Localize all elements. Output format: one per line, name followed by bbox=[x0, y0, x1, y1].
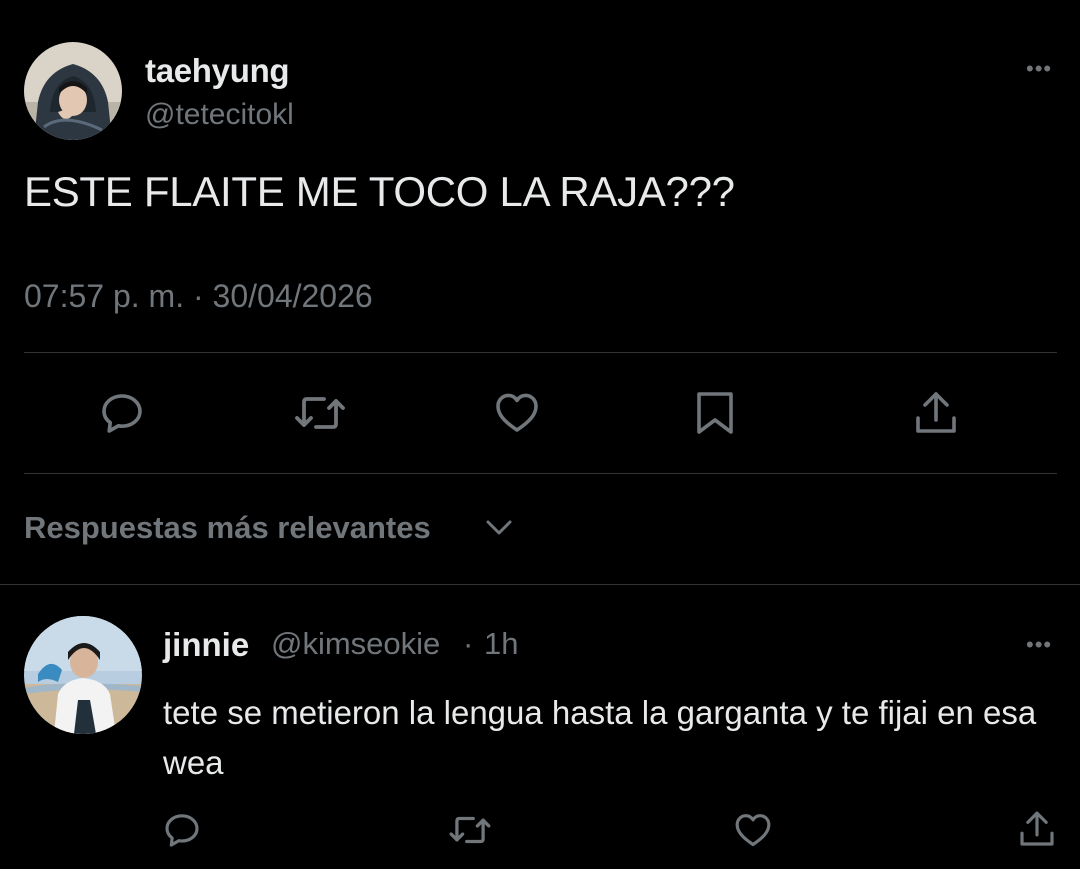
author-handle[interactable]: @tetecitokl bbox=[145, 98, 294, 132]
retweet-icon[interactable] bbox=[292, 391, 348, 435]
chevron-down-icon[interactable] bbox=[484, 516, 514, 545]
share-icon[interactable] bbox=[912, 388, 960, 438]
author-name[interactable]: taehyung bbox=[145, 52, 290, 90]
reply-author-handle[interactable]: @kimseokie bbox=[271, 626, 440, 662]
replies-sort-dropdown[interactable]: Respuestas más relevantes bbox=[24, 510, 431, 546]
bookmark-icon[interactable] bbox=[693, 389, 737, 437]
reply-icon[interactable] bbox=[98, 389, 146, 437]
reply-text: tete se metieron la lengua hasta la garg… bbox=[163, 694, 1037, 781]
like-icon[interactable] bbox=[733, 810, 773, 849]
separator-dot: · bbox=[463, 626, 474, 661]
retweet-icon[interactable] bbox=[447, 812, 493, 848]
tweet-timestamp[interactable]: 07:57 p. m. · 30/04/2026 bbox=[24, 278, 373, 315]
reply-author-avatar[interactable] bbox=[24, 616, 142, 734]
like-icon[interactable] bbox=[493, 389, 541, 435]
reply-author-name[interactable]: jinnie bbox=[163, 626, 249, 664]
share-icon[interactable] bbox=[1017, 808, 1057, 850]
more-options-icon[interactable]: ••• bbox=[1026, 58, 1052, 80]
divider bbox=[24, 352, 1057, 353]
reply-time[interactable]: 1h bbox=[484, 626, 518, 662]
divider bbox=[24, 473, 1057, 474]
tweet-text: ESTE FLAITE ME TOCO LA RAJA??? bbox=[24, 168, 735, 215]
more-options-icon[interactable]: ••• bbox=[1026, 634, 1052, 656]
divider bbox=[0, 584, 1080, 585]
reply-icon[interactable] bbox=[162, 810, 202, 850]
author-avatar[interactable] bbox=[24, 42, 122, 140]
